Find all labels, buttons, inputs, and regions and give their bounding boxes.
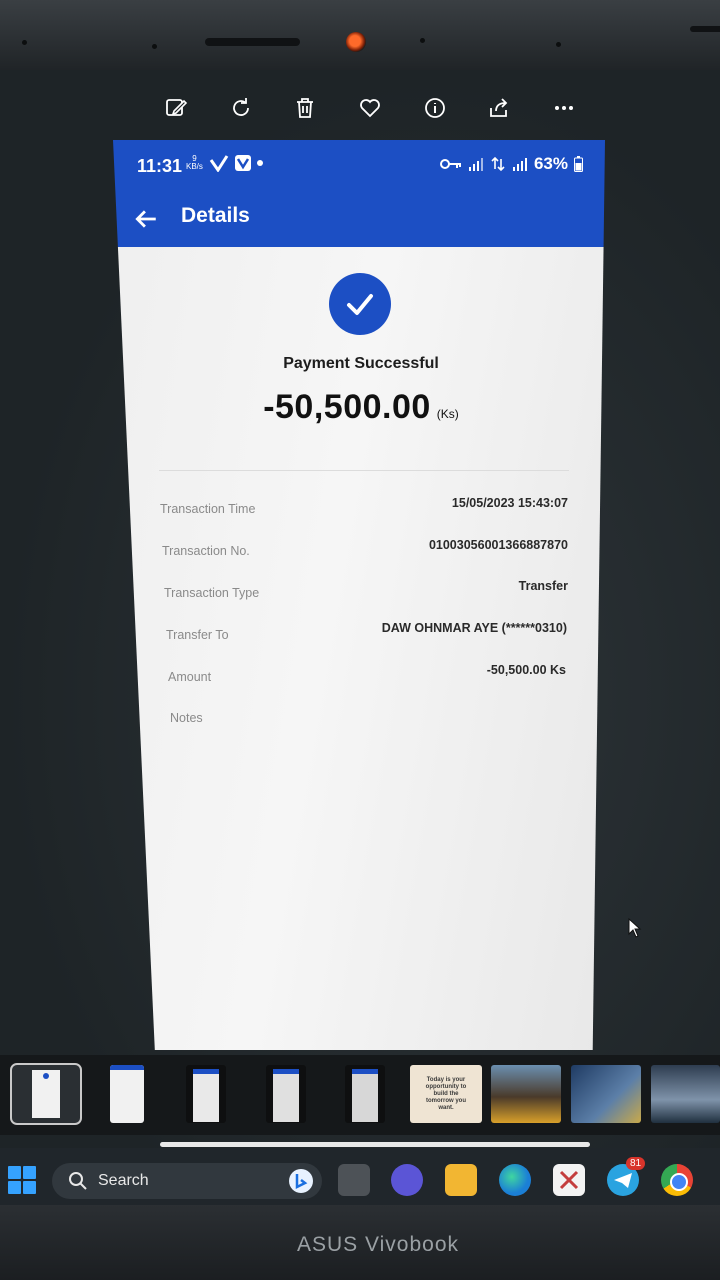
filmstrip-scrollbar[interactable]	[160, 1142, 590, 1147]
status-bar: 11:31 9 KB/s 63%	[113, 140, 605, 192]
more-button[interactable]	[548, 92, 580, 124]
amount-value: -50,500.00	[263, 388, 431, 426]
thumbnail[interactable]	[110, 1065, 144, 1123]
chrome-icon[interactable]	[661, 1164, 693, 1196]
thumbnail-image	[273, 1069, 299, 1122]
network-speed: 9 KB/s	[186, 155, 203, 171]
laptop-screen: 11:31 9 KB/s 63% Details Payment Success…	[0, 70, 720, 1205]
bezel-slot	[690, 26, 720, 32]
key-icon	[440, 157, 462, 171]
detail-label-amount: Amount	[168, 670, 212, 684]
teams-meet-icon[interactable]	[391, 1164, 423, 1196]
dot-icon	[257, 160, 263, 166]
battery-icon	[574, 156, 583, 172]
thumbnail[interactable]	[186, 1065, 226, 1123]
laptop-top-bezel	[0, 0, 720, 70]
bezel-mic	[152, 44, 157, 49]
status-time: 11:31	[137, 156, 183, 176]
chrome-center	[670, 1173, 688, 1191]
4g-icon	[490, 156, 506, 172]
payment-amount: -50,500.00 (Ks)	[113, 388, 609, 427]
task-view-icon[interactable]	[338, 1164, 370, 1196]
page-title: Details	[181, 204, 250, 227]
telegram-badge: 81	[626, 1157, 646, 1170]
thumbnail[interactable]	[10, 1063, 82, 1125]
mouse-cursor-icon	[628, 918, 642, 938]
battery-percent: 63%	[533, 154, 568, 173]
webcam	[346, 32, 366, 52]
thumbnail[interactable]	[491, 1065, 561, 1123]
amount-currency: (Ks)	[436, 407, 459, 421]
signal-icon	[468, 157, 484, 171]
app-glyph-icon	[559, 1170, 579, 1190]
laptop-bottom-bezel: ASUS Vivobook	[0, 1205, 720, 1280]
thumbnail-dot	[43, 1073, 49, 1079]
check-icon	[343, 287, 377, 321]
payment-status: Payment Successful	[283, 355, 439, 372]
windows-taskbar: Search 81	[0, 1148, 720, 1205]
detail-value-time: 15/05/2023 15:43:07	[451, 496, 568, 510]
signal-icon	[512, 157, 528, 171]
app-bar: Details	[113, 192, 605, 247]
thumbnail[interactable]: Today is your opportunity to build the t…	[410, 1065, 482, 1123]
detail-label-transfer-to: Transfer To	[166, 628, 229, 642]
thumbnail[interactable]	[345, 1065, 385, 1123]
back-arrow-icon[interactable]	[133, 206, 159, 232]
vpn-check-icon	[209, 154, 229, 172]
favorite-icon	[360, 99, 380, 118]
info-button[interactable]	[419, 92, 451, 124]
bing-icon[interactable]	[288, 1168, 314, 1194]
share-icon	[490, 98, 508, 117]
delete-icon	[297, 98, 314, 118]
delete-button[interactable]	[289, 92, 321, 124]
divider	[159, 470, 569, 471]
detail-label-type: Transaction Type	[164, 586, 260, 600]
thumbnail-header	[110, 1065, 144, 1070]
bezel-slot	[205, 38, 300, 46]
quote-text: Today is your opportunity to build the t…	[425, 1076, 467, 1111]
edit-button[interactable]	[160, 92, 192, 124]
favorite-button[interactable]	[354, 92, 386, 124]
rotate-icon	[232, 98, 249, 116]
notification-icons	[209, 154, 263, 172]
app-icon[interactable]	[553, 1164, 585, 1196]
bezel-mic	[22, 40, 27, 45]
file-explorer-icon[interactable]	[445, 1164, 477, 1196]
detail-label-number: Transaction No.	[162, 544, 250, 558]
bezel-sensor	[420, 38, 425, 43]
thumbnail-strip: Today is your opportunity to build the t…	[0, 1055, 720, 1135]
detail-value-transfer-to: DAW OHNMAR AYE (******0310)	[381, 621, 567, 635]
info-icon	[424, 98, 445, 118]
thumbnail[interactable]	[266, 1065, 306, 1123]
laptop-brand: ASUS Vivobook	[296, 1233, 460, 1256]
network-speed-unit: KB/s	[186, 162, 203, 171]
thumbnail-image	[352, 1069, 378, 1122]
viber-icon	[234, 154, 252, 172]
share-button[interactable]	[483, 92, 515, 124]
thumbnail[interactable]	[651, 1065, 720, 1123]
rotate-button[interactable]	[225, 92, 257, 124]
thumbnail-image	[193, 1069, 219, 1122]
phone-screenshot: 11:31 9 KB/s 63% Details Payment Success…	[113, 140, 605, 1050]
status-right: 63%	[440, 154, 583, 174]
edge-icon[interactable]	[499, 1164, 531, 1196]
detail-value-number: 01003056001366887870	[428, 538, 568, 552]
bezel-mic	[556, 42, 561, 47]
edit-icon	[166, 99, 188, 116]
detail-value-type: Transfer	[518, 579, 568, 593]
windows-start-icon[interactable]	[8, 1166, 36, 1194]
more-icon	[554, 106, 573, 110]
search-placeholder: Search	[98, 1172, 149, 1189]
thumbnail[interactable]	[571, 1065, 641, 1123]
detail-label-notes: Notes	[170, 711, 203, 725]
detail-label-time: Transaction Time	[160, 502, 256, 516]
detail-value-amount: -50,500.00 Ks	[486, 663, 566, 677]
success-badge	[329, 273, 391, 335]
taskbar-search[interactable]: Search	[52, 1163, 322, 1199]
photo-viewer-toolbar	[160, 88, 580, 128]
search-icon	[69, 1172, 87, 1190]
